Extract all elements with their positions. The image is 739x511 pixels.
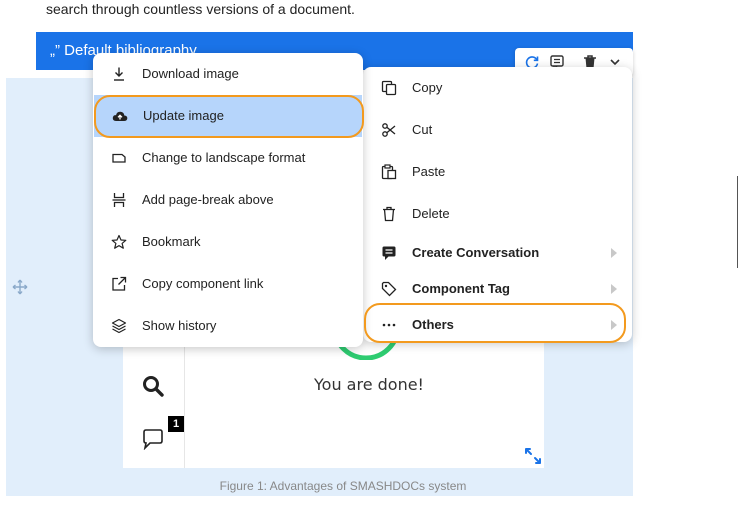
tag-icon xyxy=(381,281,397,297)
divider xyxy=(737,176,738,268)
menu-item-label: Update image xyxy=(143,108,224,123)
menu-item-update-image[interactable]: Update image xyxy=(94,95,362,137)
external-link-icon xyxy=(112,276,127,291)
menu-item-delete[interactable]: Delete xyxy=(363,193,632,235)
menu-item-page-break[interactable]: Add page-break above xyxy=(93,179,363,221)
menu-item-label: Show history xyxy=(142,318,217,333)
menu-item-bookmark[interactable]: Bookmark xyxy=(93,221,363,263)
search-icon xyxy=(143,376,164,397)
paste-icon xyxy=(381,164,397,180)
cloud-upload-icon xyxy=(112,111,128,121)
menu-item-label: Component Tag xyxy=(412,281,510,296)
quote-icon: „” xyxy=(50,42,60,59)
comment-icon xyxy=(382,246,396,260)
context-menu: Copy Cut Paste Delete Create Conversatio… xyxy=(363,67,632,342)
menu-item-label: Copy component link xyxy=(142,276,264,291)
layers-icon xyxy=(111,318,127,334)
menu-item-copy-link[interactable]: Copy component link xyxy=(93,263,363,305)
menu-item-label: Bookmark xyxy=(142,234,201,249)
expand-icon[interactable] xyxy=(523,446,543,466)
scissors-icon xyxy=(382,123,396,137)
page: search through countless versions of a d… xyxy=(0,0,739,511)
menu-item-label: Paste xyxy=(412,164,446,179)
intro-text: search through countless versions of a d… xyxy=(46,1,355,17)
star-icon xyxy=(111,234,127,249)
menu-item-show-history[interactable]: Show history xyxy=(93,305,363,347)
chevron-right-icon xyxy=(611,248,617,258)
menu-item-landscape-format[interactable]: Change to landscape format xyxy=(93,137,363,179)
menu-item-others[interactable]: Others xyxy=(363,304,632,346)
copy-icon xyxy=(381,80,397,96)
menu-item-label: Create Conversation xyxy=(412,245,540,260)
menu-item-label: Download image xyxy=(142,66,239,81)
menu-item-paste[interactable]: Paste xyxy=(363,151,632,193)
trash-icon xyxy=(383,206,395,222)
chat-bubble-icon xyxy=(143,429,163,450)
menu-item-label: Change to landscape format xyxy=(142,150,306,165)
landscape-icon xyxy=(112,153,126,163)
download-icon xyxy=(114,67,124,81)
more-icon xyxy=(382,323,396,327)
move-icon[interactable] xyxy=(12,279,28,295)
menu-item-download-image[interactable]: Download image xyxy=(93,53,363,95)
image-menu: Download image Update image Change to la… xyxy=(93,53,363,347)
figure-caption: Figure 1: Advantages of SMASHDOCs system xyxy=(219,479,467,493)
menu-item-label: Delete xyxy=(412,206,450,221)
menu-item-label: Add page-break above xyxy=(142,192,274,207)
menu-item-label: Others xyxy=(412,317,454,332)
done-text: You are done! xyxy=(314,375,424,394)
menu-item-copy[interactable]: Copy xyxy=(363,67,632,109)
menu-item-label: Copy xyxy=(412,80,443,95)
chevron-right-icon xyxy=(611,284,617,294)
menu-item-label: Cut xyxy=(412,122,433,137)
menu-item-cut[interactable]: Cut xyxy=(363,109,632,151)
comment-count-badge: 1 xyxy=(168,416,184,432)
chevron-right-icon xyxy=(611,320,617,330)
page-break-icon xyxy=(112,193,126,207)
